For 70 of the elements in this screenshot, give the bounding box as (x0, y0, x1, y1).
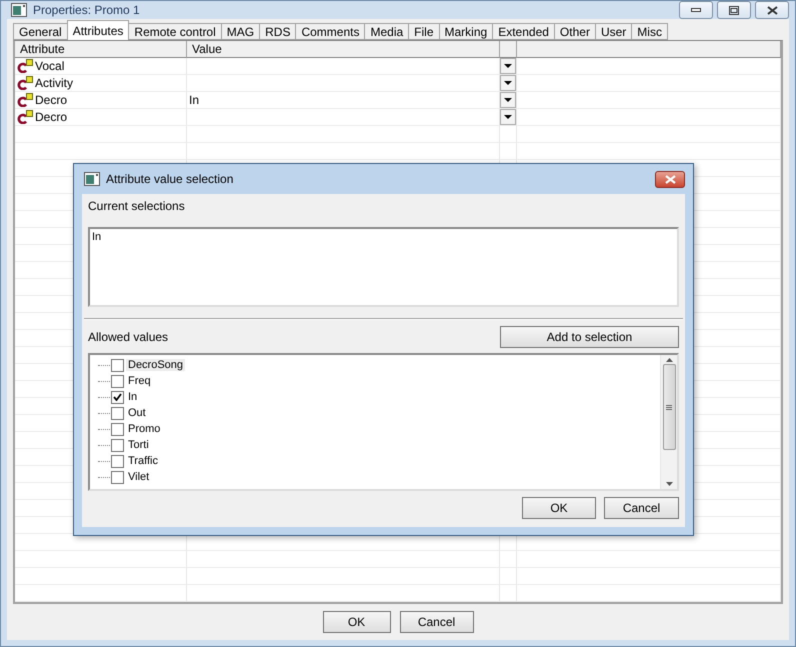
ok-button[interactable]: OK (522, 497, 596, 519)
checkbox[interactable] (111, 390, 124, 404)
attribute-icon (17, 59, 34, 73)
close-icon (766, 6, 778, 14)
tab[interactable]: RDS (259, 23, 296, 40)
maximize-icon (729, 6, 739, 14)
checkbox[interactable] (111, 374, 124, 388)
tab[interactable]: User (594, 23, 632, 40)
list-item[interactable]: Freq (126, 375, 153, 387)
caret-icon (504, 115, 512, 119)
ok-button[interactable]: OK (322, 611, 390, 633)
minimize-icon (691, 8, 701, 12)
maximize-button[interactable] (717, 1, 751, 19)
tab[interactable]: File (408, 23, 440, 40)
window-title: Properties: Promo 1 (33, 3, 140, 17)
current-selections-label: Current selections (88, 199, 185, 213)
attribute-name: Vocal (35, 59, 64, 73)
list-item[interactable]: Promo (126, 423, 162, 435)
attribute-name: Decro (35, 93, 68, 107)
grip-icon (666, 404, 672, 410)
tab[interactable]: Media (364, 23, 410, 40)
cancel-button[interactable]: Cancel (604, 497, 679, 519)
tab[interactable]: Marking (438, 23, 494, 40)
attribute-name: Activity (35, 76, 74, 90)
checkbox[interactable] (111, 406, 124, 420)
list-item[interactable]: Vilet (126, 471, 152, 483)
caret-icon (504, 98, 512, 102)
close-icon (664, 174, 676, 184)
close-button[interactable] (655, 170, 685, 188)
column-header: Value (187, 41, 500, 58)
list-item[interactable]: Out (126, 407, 148, 419)
scroll-up-icon (666, 358, 672, 362)
tab[interactable]: Extended (492, 23, 555, 40)
list-item[interactable]: In (126, 391, 140, 403)
scrollbar-thumb[interactable] (662, 364, 676, 450)
caret-icon (504, 81, 512, 85)
caret-icon (504, 64, 512, 68)
checkbox[interactable] (111, 422, 124, 436)
minimize-button[interactable] (679, 1, 713, 19)
attribute-icon (17, 76, 34, 90)
list-item[interactable]: Traffic (126, 455, 160, 467)
tab[interactable]: Remote control (128, 23, 222, 40)
current-selections-field[interactable]: In (88, 227, 679, 307)
attribute-name: Decro (35, 110, 68, 124)
checkbox[interactable] (111, 454, 124, 468)
attribute-icon (17, 110, 34, 124)
checkbox[interactable] (111, 438, 124, 452)
checkbox[interactable] (111, 470, 124, 484)
tab[interactable]: Attributes (66, 20, 130, 40)
tab[interactable]: Misc (631, 23, 668, 40)
attribute-value: In (189, 93, 200, 107)
scrollbar[interactable] (660, 355, 677, 489)
list-item[interactable]: Torti (126, 439, 151, 451)
tab[interactable]: General (13, 23, 68, 40)
tab[interactable]: Other (554, 23, 596, 40)
cancel-button[interactable]: Cancel (400, 611, 474, 633)
window-icon (84, 172, 100, 186)
tab[interactable]: Comments (295, 23, 366, 40)
close-button[interactable] (755, 1, 789, 19)
window-icon (11, 3, 27, 17)
check-icon (113, 393, 122, 401)
column-header: Attribute (15, 41, 187, 58)
dialog-title: Attribute value selection (106, 172, 234, 186)
checkbox[interactable] (111, 358, 124, 372)
allowed-values-label: Allowed values (88, 330, 168, 344)
add-to-selection-button[interactable]: Add to selection (500, 326, 679, 348)
tab[interactable]: MAG (220, 23, 260, 40)
attribute-icon (17, 93, 34, 107)
list-item[interactable]: DecroSong (126, 359, 186, 371)
scroll-down-icon (666, 482, 672, 486)
